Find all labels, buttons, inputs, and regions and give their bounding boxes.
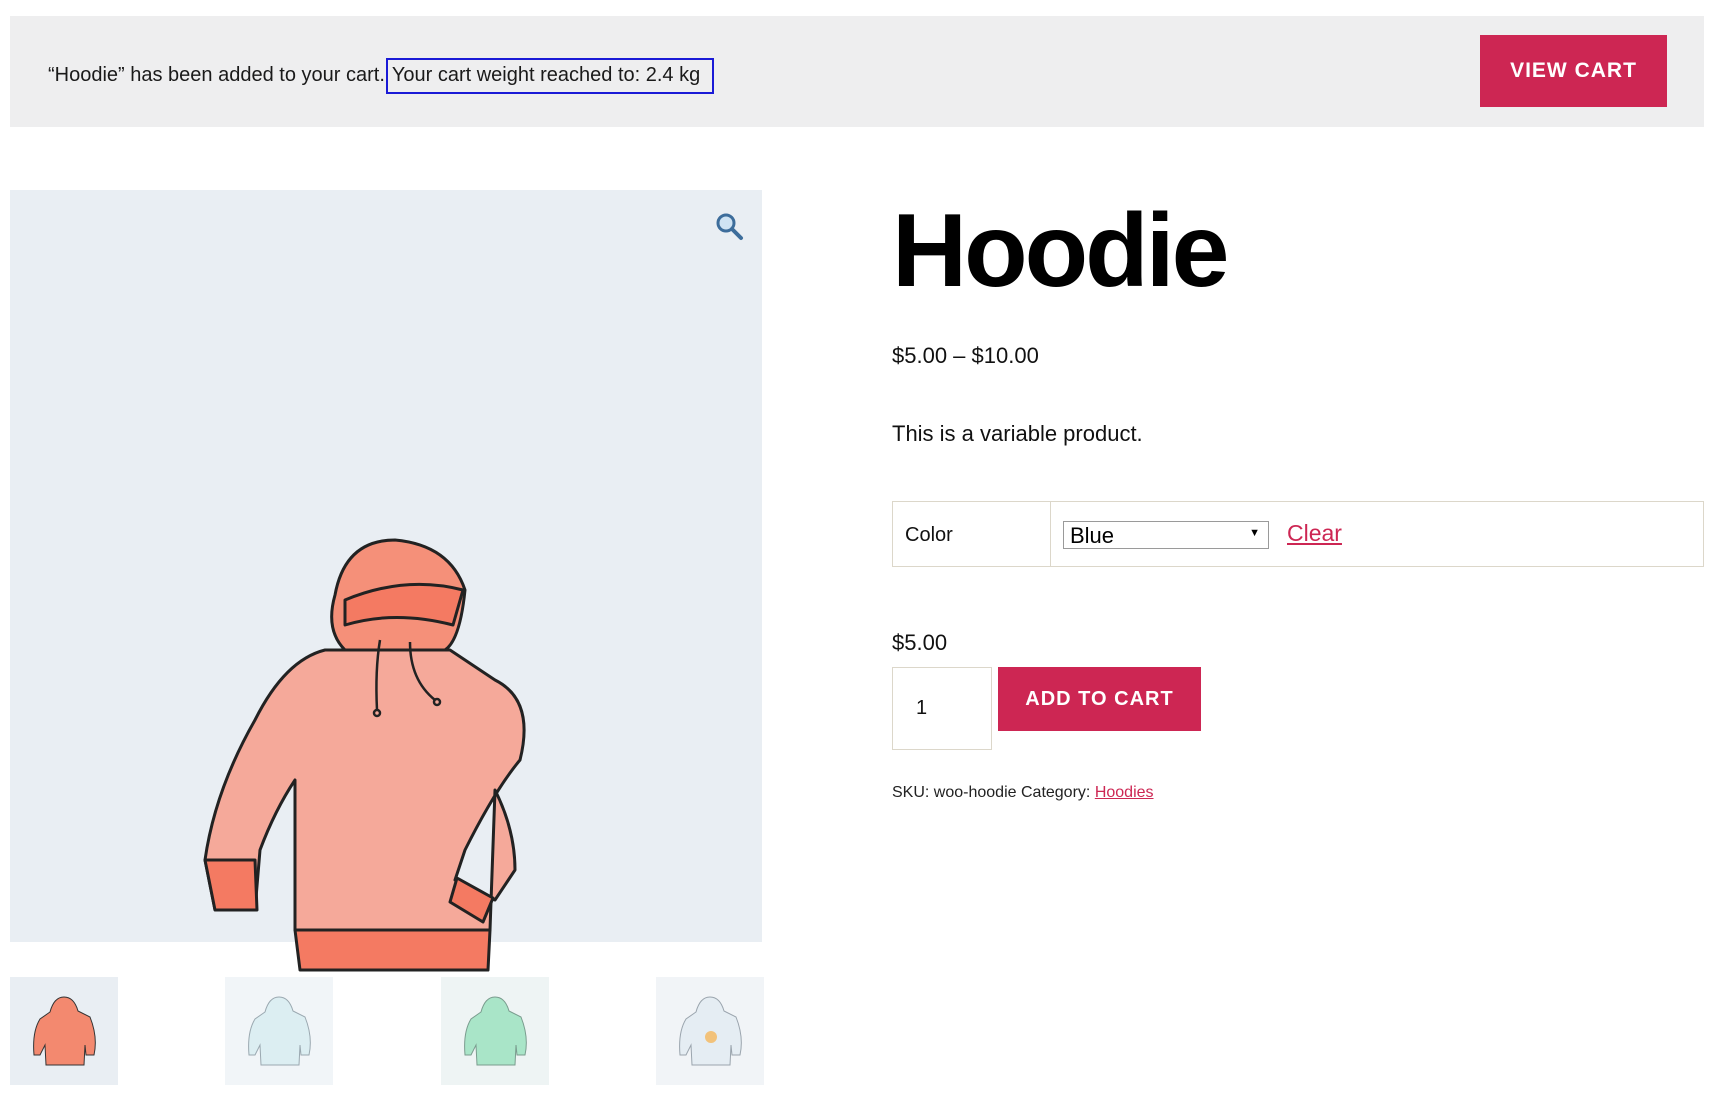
product-title: Hoodie [892,193,1229,309]
cart-weight-message: Your cart weight reached to: 2.4 kg [385,58,715,94]
thumbnail-hoodie-red[interactable] [10,977,118,1085]
quantity-input[interactable]: 1 [892,667,992,750]
sku-value: woo-hoodie [933,784,1017,801]
color-select-value: Blue [1070,523,1115,548]
hoodie-logo-icon [679,996,742,1066]
color-select[interactable]: Blue ▼ [1063,521,1269,549]
product-meta: SKU: woo-hoodie Category: Hoodies [892,784,1154,802]
variation-price: $5.00 [892,630,948,655]
sku-label: SKU: [892,784,930,801]
thumbnail-hoodie-blue[interactable] [225,977,333,1085]
product-main-image[interactable] [10,190,762,972]
hoodie-green-icon [464,996,527,1066]
product-description: This is a variable product. [892,421,1143,446]
variations-table: Color Blue ▼ Clear [892,501,1704,567]
notice-message: “Hoodie” has been added to your cart. [48,64,385,86]
category-label: Category: [1020,784,1091,801]
price-range: $5.00 – $10.00 [892,343,1039,368]
variation-label: Color [905,524,953,546]
view-cart-button[interactable]: VIEW CART [1480,35,1667,107]
cart-notice: “Hoodie” has been added to your cart. You… [10,16,1704,127]
thumbnail-hoodie-green[interactable] [441,977,549,1085]
thumbnail-hoodie-with-logo[interactable] [656,977,764,1085]
category-link[interactable]: Hoodies [1095,784,1154,801]
clear-variation-link[interactable]: Clear [1287,520,1342,547]
hoodie-illustration [203,538,526,972]
quantity-value: 1 [916,697,928,719]
hoodie-red-icon [33,996,96,1066]
add-to-cart-button[interactable]: ADD TO CART [998,667,1201,731]
dropdown-arrow-icon: ▼ [1249,527,1260,539]
hoodie-blue-icon [248,996,311,1066]
variation-label-cell: Color [893,502,1051,566]
notice-text: “Hoodie” has been added to your cart. You… [48,58,715,94]
magnifier-icon[interactable] [714,211,744,241]
